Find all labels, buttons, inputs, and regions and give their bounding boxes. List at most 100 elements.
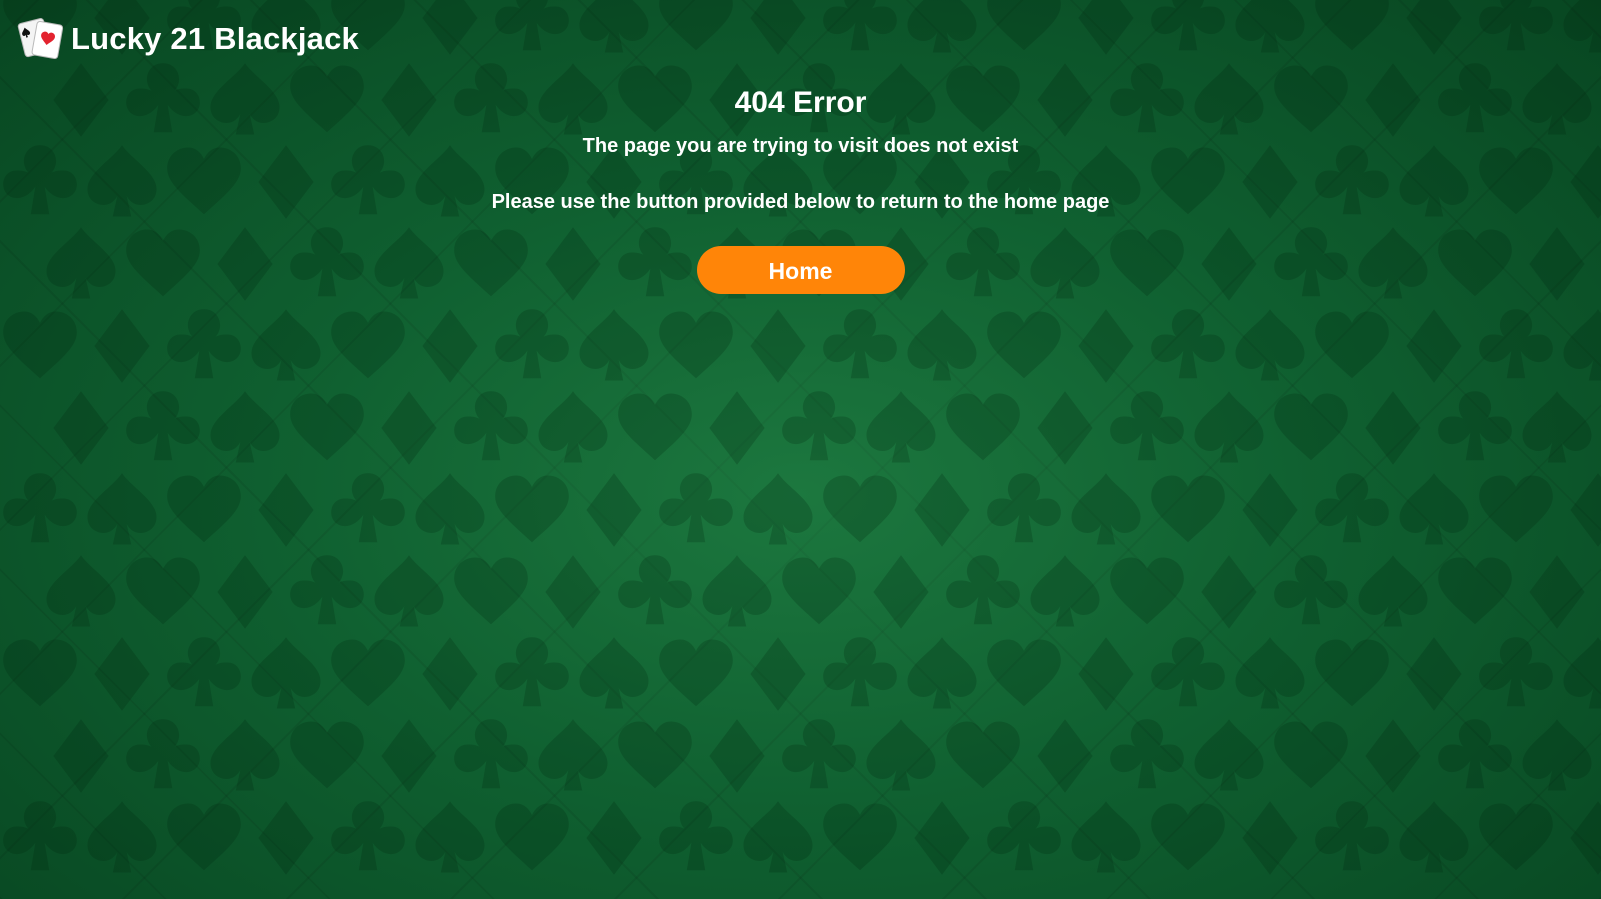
club-icon	[331, 801, 405, 871]
spade-icon	[743, 473, 813, 545]
spade-icon	[374, 555, 444, 627]
home-button[interactable]: Home	[696, 246, 905, 294]
club-icon	[331, 473, 405, 543]
diamond-icon	[586, 801, 642, 875]
heart-icon	[782, 557, 856, 625]
heart-icon	[946, 393, 1020, 461]
heart-icon	[1315, 311, 1389, 379]
spade-icon	[538, 719, 608, 791]
club-icon	[3, 473, 77, 543]
club-icon	[1315, 801, 1389, 871]
club-icon	[1479, 637, 1553, 707]
diamond-icon	[53, 391, 109, 465]
spade-icon	[743, 801, 813, 873]
heart-icon	[987, 0, 1061, 51]
heart-icon	[618, 721, 692, 789]
heart-icon	[946, 721, 1020, 789]
brand-name[interactable]: Lucky 21 Blackjack	[71, 21, 359, 57]
diamond-icon	[94, 309, 150, 383]
club-icon	[1151, 309, 1225, 379]
spade-icon	[1235, 309, 1305, 381]
club-icon	[987, 801, 1061, 871]
diamond-icon	[53, 719, 109, 793]
error-panel: 404 Error The page you are trying to vis…	[0, 82, 1601, 294]
club-icon	[1110, 391, 1184, 461]
diamond-icon	[1201, 555, 1257, 629]
heart-icon	[331, 311, 405, 379]
heart-icon	[1151, 803, 1225, 871]
diamond-icon	[1529, 555, 1585, 629]
spade-icon	[1358, 555, 1428, 627]
diamond-icon	[1406, 637, 1462, 711]
heart-icon	[290, 721, 364, 789]
heart-icon	[331, 639, 405, 707]
club-icon	[495, 309, 569, 379]
spade-icon	[579, 0, 649, 53]
diamond-icon	[1406, 0, 1462, 55]
diamond-icon	[1242, 473, 1298, 547]
diamond-icon	[1570, 473, 1601, 547]
diamond-icon	[217, 555, 273, 629]
club-icon	[3, 801, 77, 871]
heart-icon	[659, 311, 733, 379]
spade-icon	[1071, 473, 1141, 545]
diamond-icon	[1365, 719, 1421, 793]
diamond-icon	[873, 555, 929, 629]
diamond-icon	[1406, 309, 1462, 383]
club-icon	[454, 391, 528, 461]
heart-icon	[1151, 475, 1225, 543]
heart-icon	[823, 475, 897, 543]
club-icon	[1151, 637, 1225, 707]
heart-icon	[618, 393, 692, 461]
spade-icon	[1235, 637, 1305, 709]
club-icon	[167, 637, 241, 707]
diamond-icon	[914, 801, 970, 875]
club-icon	[1479, 309, 1553, 379]
spade-icon	[251, 309, 321, 381]
diamond-icon	[1570, 801, 1601, 875]
club-icon	[1110, 719, 1184, 789]
spade-icon	[415, 801, 485, 873]
club-icon	[1479, 0, 1553, 51]
club-icon	[782, 719, 856, 789]
club-icon	[1438, 719, 1512, 789]
heart-icon	[495, 475, 569, 543]
club-icon	[454, 719, 528, 789]
diamond-icon	[750, 637, 806, 711]
spade-icon	[907, 309, 977, 381]
spade-icon	[1563, 309, 1601, 381]
club-icon	[126, 719, 200, 789]
diamond-icon	[709, 391, 765, 465]
spade-icon	[1235, 0, 1305, 53]
diamond-icon	[381, 391, 437, 465]
club-icon	[659, 801, 733, 871]
heart-icon	[1110, 557, 1184, 625]
heart-icon	[454, 557, 528, 625]
diamond-icon	[422, 0, 478, 55]
heart-icon	[1315, 639, 1389, 707]
diamond-icon	[1242, 801, 1298, 875]
spade-icon	[1399, 473, 1469, 545]
diamond-icon	[1037, 391, 1093, 465]
diamond-icon	[1078, 0, 1134, 55]
heart-icon	[495, 803, 569, 871]
diamond-icon	[914, 473, 970, 547]
heart-icon	[167, 475, 241, 543]
heart-icon	[659, 0, 733, 51]
spade-icon	[210, 719, 280, 791]
spade-icon	[866, 391, 936, 463]
club-icon	[167, 309, 241, 379]
spade-icon	[1030, 555, 1100, 627]
spade-icon	[866, 719, 936, 791]
spade-icon	[251, 637, 321, 709]
spade-icon	[210, 391, 280, 463]
heart-icon	[659, 639, 733, 707]
spade-icon	[1399, 801, 1469, 873]
diamond-icon	[381, 719, 437, 793]
club-icon	[1274, 555, 1348, 625]
spade-icon	[702, 555, 772, 627]
playing-cards-icon[interactable]	[17, 14, 65, 64]
club-icon	[1151, 0, 1225, 51]
diamond-icon	[422, 309, 478, 383]
club-icon	[659, 473, 733, 543]
